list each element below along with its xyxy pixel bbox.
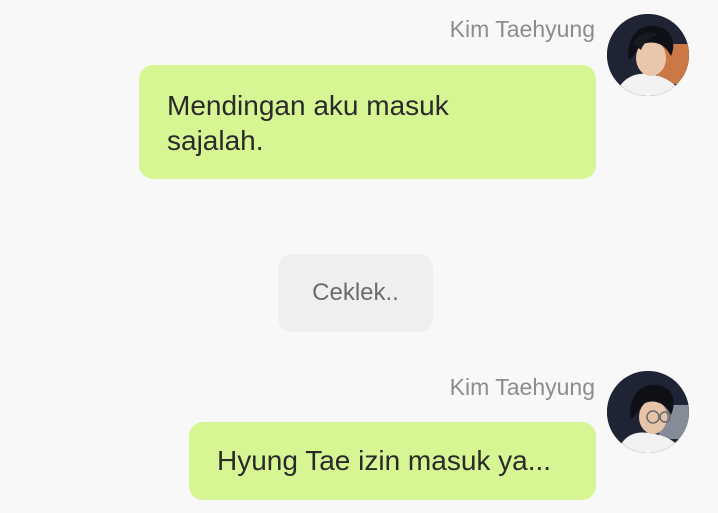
avatar[interactable] <box>607 371 689 453</box>
sender-name: Kim Taehyung <box>449 374 595 400</box>
message-bubble: Mendingan aku masuk sajalah. <box>139 65 596 179</box>
avatar[interactable] <box>607 14 689 96</box>
message-bubble: Hyung Tae izin masuk ya... <box>189 422 596 500</box>
system-message-text: Ceklek.. <box>312 279 399 306</box>
message-text: Hyung Tae izin masuk ya... <box>217 445 552 476</box>
sender-name: Kim Taehyung <box>449 16 595 42</box>
profile-photo-icon <box>607 14 689 96</box>
message-text: Mendingan aku masuk sajalah. <box>167 90 449 156</box>
system-message: Ceklek.. <box>278 254 433 332</box>
profile-photo-icon <box>607 371 689 453</box>
